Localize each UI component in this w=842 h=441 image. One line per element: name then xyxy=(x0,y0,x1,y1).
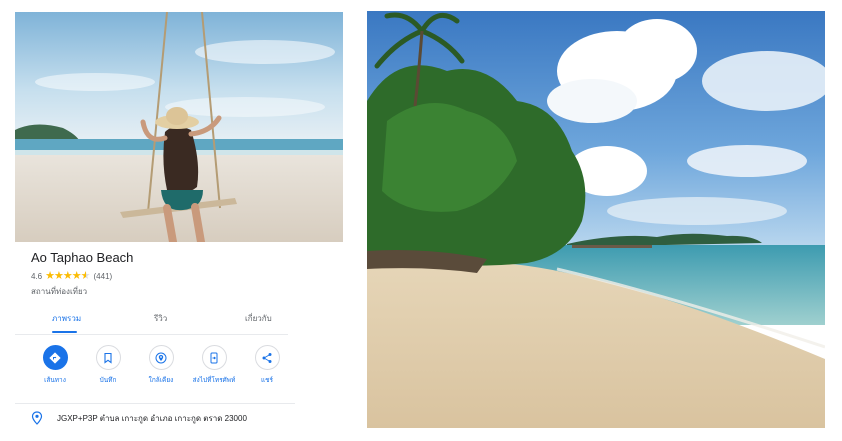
rating-stars: ★ ★ ★ ★ ★ xyxy=(45,270,91,282)
star-icon: ★ xyxy=(54,270,64,282)
nearby-button[interactable]: ใกล้เคียง xyxy=(135,345,187,385)
woman-on-swing-image xyxy=(15,12,343,242)
star-icon: ★ xyxy=(62,270,73,282)
address-row[interactable]: JGXP+P3P ตำบล เกาะกูด อำเภอ เกาะกูด ตราด… xyxy=(31,411,247,425)
tab-bar: ภาพรวม รีวิว เกี่ยวกับ xyxy=(15,312,288,335)
side-photo[interactable] xyxy=(367,11,825,428)
address-text: JGXP+P3P ตำบล เกาะกูด อำเภอ เกาะกูด ตราด… xyxy=(57,413,247,423)
directions-label: เส้นทาง xyxy=(44,377,66,384)
directions-button[interactable]: เส้นทาง xyxy=(29,345,81,385)
share-label: แชร์ xyxy=(260,377,274,384)
share-button[interactable]: แชร์ xyxy=(241,345,293,385)
nearby-label: ใกล้เคียง xyxy=(148,377,174,384)
nearby-icon xyxy=(155,352,167,363)
hero-photo[interactable] xyxy=(15,12,343,242)
tab-about[interactable]: เกี่ยวกับ xyxy=(245,312,272,325)
divider xyxy=(15,403,295,404)
review-count[interactable]: (441) xyxy=(94,272,113,281)
send-to-phone-label: ส่งไปที่โทรศัพท์ xyxy=(192,377,236,384)
tab-overview[interactable]: ภาพรวม xyxy=(52,312,81,325)
directions-icon xyxy=(49,351,61,364)
action-buttons: เส้นทาง บันทึก ใกล้เคียง ส่งไปที่โทรศัพท… xyxy=(15,345,295,393)
place-title: Ao Taphao Beach xyxy=(31,250,134,265)
save-button[interactable]: บันทึก xyxy=(82,345,134,385)
send-to-phone-button[interactable]: ส่งไปที่โทรศัพท์ xyxy=(188,345,240,385)
bookmark-icon xyxy=(104,352,112,364)
star-icon: ★ xyxy=(45,270,55,282)
half-star-icon: ★ xyxy=(80,270,91,282)
save-label: บันทึก xyxy=(99,377,117,384)
place-category[interactable]: สถานที่ท่องเที่ยว xyxy=(31,285,87,298)
tab-reviews[interactable]: รีวิว xyxy=(154,312,167,325)
send-to-phone-icon xyxy=(210,352,218,363)
star-icon: ★ xyxy=(71,270,82,282)
rating-value: 4.6 xyxy=(31,272,43,281)
location-pin-icon xyxy=(31,411,43,425)
beach-with-tree-image xyxy=(367,11,825,428)
rating-row[interactable]: 4.6 ★ ★ ★ ★ ★ (441) xyxy=(31,271,112,282)
share-icon xyxy=(262,352,272,363)
place-card: Ao Taphao Beach 4.6 ★ ★ ★ ★ ★ (441) สถาน… xyxy=(15,12,343,438)
active-tab-indicator xyxy=(52,331,77,333)
